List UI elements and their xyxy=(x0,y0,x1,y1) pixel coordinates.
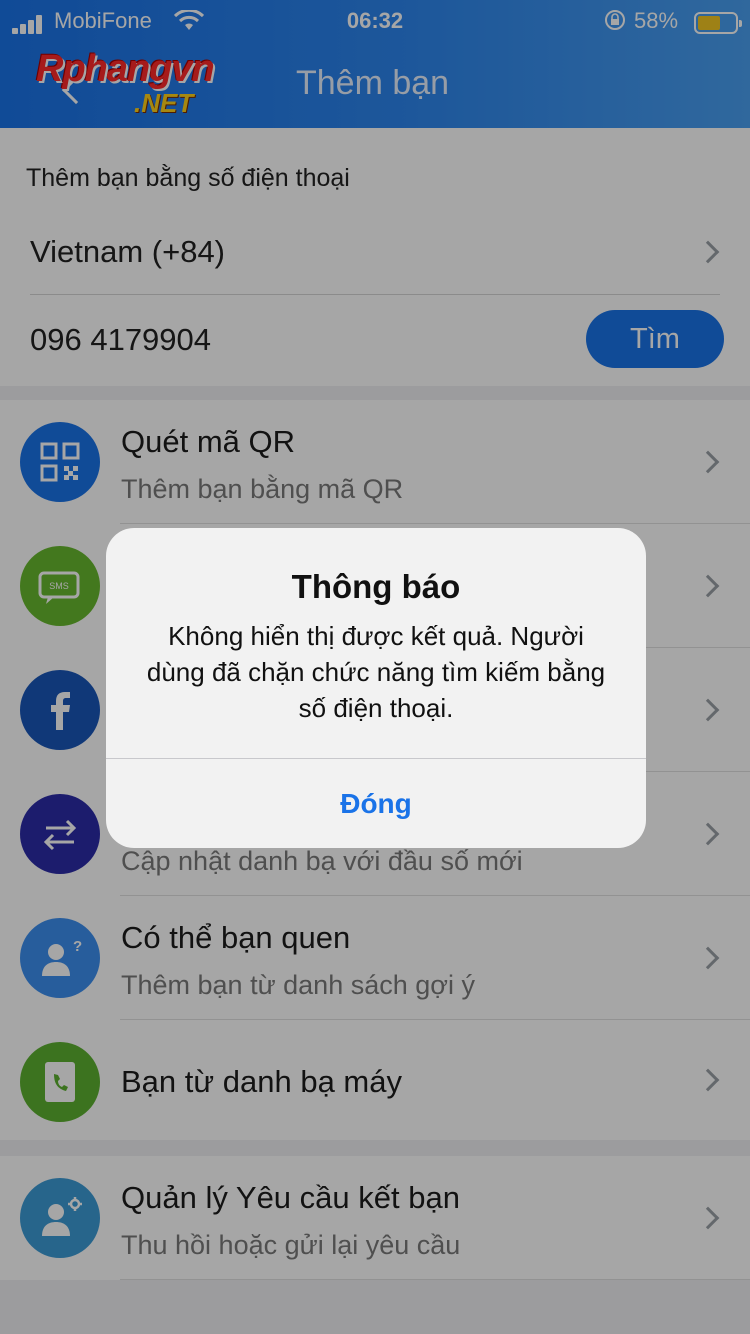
alert-dialog: Thông báo Không hiển thị được kết quả. N… xyxy=(106,528,646,848)
dialog-message: Không hiển thị được kết quả. Người dùng … xyxy=(146,621,606,723)
close-button[interactable]: Đóng xyxy=(106,759,646,848)
dialog-title: Thông báo xyxy=(291,568,461,605)
